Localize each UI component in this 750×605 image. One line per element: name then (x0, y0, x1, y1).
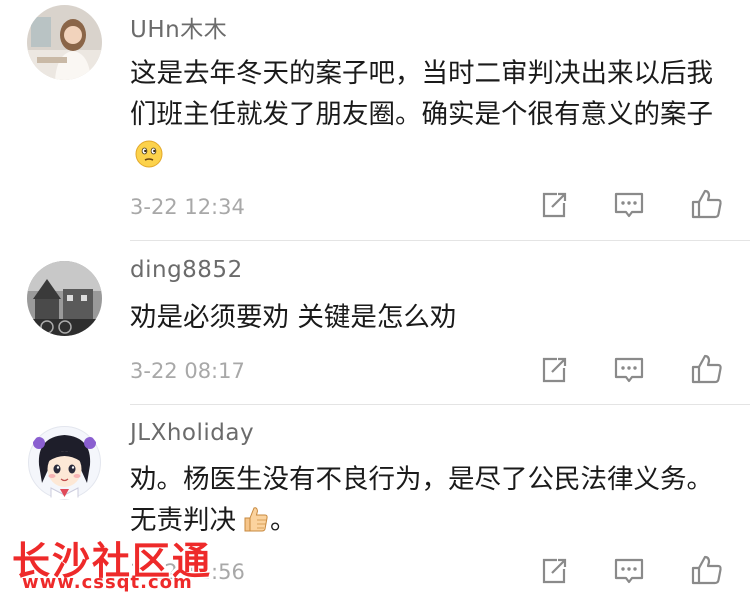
comment-item: ding8852 劝是必须要劝 关键是怎么劝 3-22 08:17 (0, 241, 750, 404)
username[interactable]: UHn木木 (130, 10, 227, 44)
thumbs-up-icon (240, 504, 270, 546)
username[interactable]: JLXholiday (130, 420, 254, 446)
comment-item: UHn木木 这是去年冬天的案子吧，当时二审判决出来以后我们班主任就发了朋友圈。确… (0, 0, 750, 240)
comment-text: 这是去年冬天的案子吧，当时二审判决出来以后我们班主任就发了朋友圈。确实是个很有意… (130, 53, 720, 181)
timestamp: 3-22 12:34 (130, 195, 245, 219)
like-button[interactable] (690, 187, 724, 221)
comment-text-content: 劝。杨医生没有不良行为，是尽了公民法律义务。无责判决 (130, 464, 713, 536)
share-button[interactable] (537, 353, 571, 387)
thinking-face-icon (134, 139, 164, 181)
like-icon (691, 555, 722, 585)
reply-button[interactable] (612, 353, 646, 387)
timestamp: 3-22 08:17 (130, 359, 245, 383)
share-button[interactable] (537, 188, 571, 222)
like-icon (691, 354, 722, 384)
avatar[interactable] (27, 261, 102, 336)
avatar[interactable] (27, 425, 102, 500)
like-button[interactable] (690, 352, 724, 386)
reply-button[interactable] (612, 188, 646, 222)
share-icon (542, 357, 567, 383)
username[interactable]: ding8852 (130, 257, 243, 283)
reply-button[interactable] (612, 554, 646, 588)
share-icon (542, 558, 567, 584)
comment-text-content: 这是去年冬天的案子吧，当时二审判决出来以后我们班主任就发了朋友圈。确实是个很有意… (130, 58, 713, 130)
comment-text: 劝。杨医生没有不良行为，是尽了公民法律义务。无责判决 。 (130, 459, 720, 546)
comment-text: 劝是必须要劝 关键是怎么劝 (130, 297, 720, 338)
comment-text-content: 劝是必须要劝 关键是怎么劝 (130, 302, 457, 333)
share-button[interactable] (537, 554, 571, 588)
avatar[interactable] (27, 5, 102, 80)
comment-text-tail: 。 (270, 505, 297, 536)
like-icon (691, 189, 722, 219)
share-icon (542, 192, 567, 218)
like-button[interactable] (690, 553, 724, 587)
comment-icon (614, 357, 644, 383)
watermark-url: www.cssqt.com (22, 572, 193, 593)
comment-icon (614, 192, 644, 218)
comment-icon (614, 558, 644, 584)
